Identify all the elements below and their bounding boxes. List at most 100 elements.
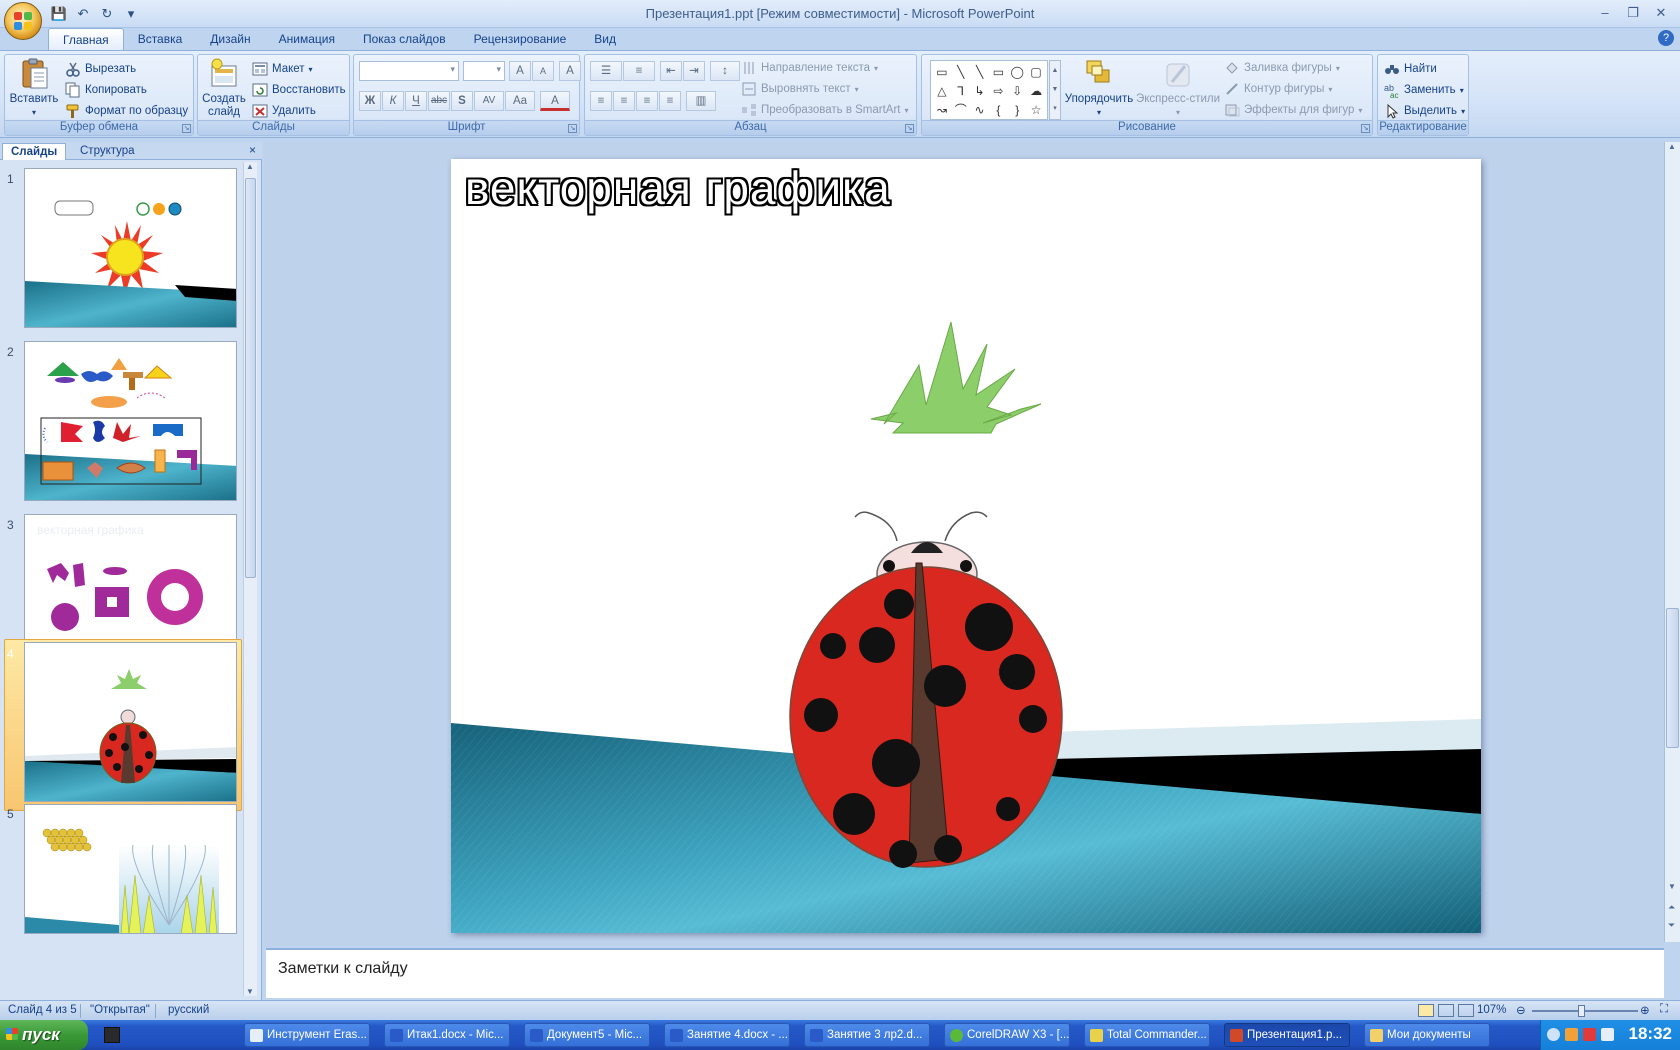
delete-slide-button[interactable]: Удалить xyxy=(252,101,316,121)
theme-name[interactable]: "Открытая" xyxy=(90,1004,150,1016)
shape-gallery-item[interactable]: ⅂ xyxy=(952,82,970,100)
restore-button[interactable]: ❐ xyxy=(1620,4,1646,22)
taskbar-item[interactable]: Мои документы xyxy=(1364,1023,1490,1047)
shape-gallery-item[interactable]: } xyxy=(1008,101,1026,119)
shape-gallery-item[interactable]: ☆ xyxy=(1027,101,1045,119)
align-right-icon[interactable]: ≡ xyxy=(636,91,658,111)
layout-button[interactable]: Макет ▾ xyxy=(252,59,313,79)
align-text-button[interactable]: Выровнять текст ▾ xyxy=(741,79,859,99)
change-case-button[interactable]: Aa xyxy=(505,91,535,111)
grow-font-button[interactable]: A xyxy=(509,61,531,81)
language-indicator[interactable]: русский xyxy=(168,1004,209,1016)
bold-button[interactable]: Ж xyxy=(359,91,381,111)
tray-antivirus-icon[interactable] xyxy=(1583,1028,1596,1041)
tab-insert[interactable]: Вставка xyxy=(124,28,197,50)
char-spacing-button[interactable]: AV xyxy=(474,91,504,111)
cut-button[interactable]: Вырезать xyxy=(65,59,136,79)
shape-gallery-item[interactable]: ⇩ xyxy=(1008,82,1026,100)
zoom-level[interactable]: 107% xyxy=(1477,1004,1506,1016)
normal-view-icon[interactable] xyxy=(1418,1004,1434,1017)
shape-gallery-item[interactable]: ▭ xyxy=(990,63,1008,81)
shape-gallery-item[interactable]: ⌒ xyxy=(952,101,970,119)
notes-placeholder[interactable]: Заметки к слайду xyxy=(278,960,408,978)
shape-gallery-item[interactable]: { xyxy=(990,101,1008,119)
slide-thumbnail-4[interactable] xyxy=(24,642,237,802)
decrease-indent-icon[interactable]: ⇤ xyxy=(660,61,682,81)
tray-network-icon[interactable] xyxy=(1547,1028,1560,1041)
main-scroll-up-icon[interactable]: ▲ xyxy=(1668,142,1676,151)
find-button[interactable]: Найти xyxy=(1384,59,1437,79)
grass-shape[interactable] xyxy=(870,321,1042,434)
shape-gallery-item[interactable]: ╲ xyxy=(971,63,989,81)
replace-button[interactable]: ab ac Заменить ▾ xyxy=(1384,80,1464,100)
fit-to-window-icon[interactable]: ⛶ xyxy=(1660,1003,1668,1016)
slide-thumbnail-1[interactable] xyxy=(24,168,237,328)
arrange-button[interactable]: Упорядочить ▾ xyxy=(1064,58,1134,119)
zoom-slider-track[interactable] xyxy=(1532,1010,1638,1012)
numbering-icon[interactable]: ≡ xyxy=(623,61,655,81)
tab-review[interactable]: Рецензирование xyxy=(460,28,581,50)
shape-outline-button[interactable]: Контур фигуры ▾ xyxy=(1224,79,1332,99)
scroll-up-icon[interactable]: ▲ xyxy=(246,162,254,171)
slides-pane-scroll-thumb[interactable] xyxy=(245,178,256,578)
select-button[interactable]: Выделить ▾ xyxy=(1384,101,1465,121)
tab-home[interactable]: Главная xyxy=(48,28,124,50)
taskbar-item[interactable]: CorelDRAW X3 - [... xyxy=(944,1023,1070,1047)
prev-slide-icon[interactable]: ⏶ xyxy=(1668,902,1675,913)
main-vertical-scrollbar[interactable]: ▲ ▼ ⏶ ⏷ xyxy=(1664,142,1680,942)
shapes-gallery[interactable]: ▭ ╲ ╲ ▭ ◯ ▢ △ ⅂ ↳ ⇨ ⇩ ☁ ↝ ⌒ ∿{} ☆ xyxy=(930,60,1048,120)
close-button[interactable]: ✕ xyxy=(1648,4,1674,22)
quick-styles-button[interactable]: Экспресс-стили ▾ xyxy=(1135,58,1221,119)
bullets-icon[interactable]: ☰ xyxy=(590,61,622,81)
zoom-slider-thumb[interactable] xyxy=(1578,1005,1585,1017)
shape-gallery-item[interactable]: ↝ xyxy=(933,101,951,119)
zoom-in-icon[interactable]: ⊕ xyxy=(1640,1003,1650,1017)
next-slide-icon[interactable]: ⏷ xyxy=(1668,920,1675,931)
clipboard-launcher-icon[interactable]: ↘ xyxy=(182,124,191,133)
slides-pane-scrollbar[interactable]: ▲ ▼ xyxy=(243,162,257,996)
font-name-combo[interactable] xyxy=(359,61,459,81)
font-size-combo[interactable] xyxy=(463,61,505,81)
pane-tab-outline[interactable]: Структура xyxy=(72,143,143,160)
shape-gallery-item[interactable]: ╲ xyxy=(952,63,970,81)
main-scroll-down-icon[interactable]: ▼ xyxy=(1668,882,1676,891)
shape-gallery-item[interactable]: ▭ xyxy=(933,63,951,81)
align-center-icon[interactable]: ≡ xyxy=(613,91,635,111)
new-slide-button[interactable]: Создать слайд xyxy=(200,58,248,119)
font-color-button[interactable]: A xyxy=(540,91,570,111)
reset-button[interactable]: Восстановить xyxy=(252,80,346,100)
shape-effects-button[interactable]: Эффекты для фигур ▾ xyxy=(1224,100,1362,120)
slide-thumbnail-2[interactable] xyxy=(24,341,237,501)
shape-gallery-item[interactable]: ☁ xyxy=(1027,82,1045,100)
minimize-button[interactable]: – xyxy=(1592,4,1618,22)
strikethrough-button[interactable]: abc xyxy=(428,91,450,111)
shrink-font-button[interactable]: A xyxy=(532,61,554,81)
pane-tab-slides[interactable]: Слайды xyxy=(2,143,67,160)
zoom-out-icon[interactable]: ⊖ xyxy=(1516,1003,1526,1017)
copy-button[interactable]: Копировать xyxy=(65,80,147,100)
convert-smartart-button[interactable]: Преобразовать в SmartArt ▾ xyxy=(741,100,909,120)
slideshow-view-icon[interactable] xyxy=(1458,1004,1474,1017)
text-direction-button[interactable]: Направление текста ▾ xyxy=(741,58,878,78)
start-button[interactable]: пуск xyxy=(0,1020,88,1050)
paste-dropdown-icon[interactable]: ▾ xyxy=(9,106,59,119)
tab-design[interactable]: Дизайн xyxy=(196,28,264,50)
main-scroll-thumb[interactable] xyxy=(1666,608,1679,748)
shape-fill-button[interactable]: Заливка фигуры ▾ xyxy=(1224,58,1340,78)
taskbar-item[interactable]: Total Commander... xyxy=(1084,1023,1210,1047)
align-left-icon[interactable]: ≡ xyxy=(590,91,612,111)
tab-view[interactable]: Вид xyxy=(580,28,630,50)
shape-gallery-item[interactable]: ▢ xyxy=(1027,63,1045,81)
current-slide[interactable]: векторная графика xyxy=(451,159,1481,933)
taskbar-item[interactable]: Инструмент Eras... xyxy=(244,1023,370,1047)
ladybug-shape[interactable] xyxy=(789,511,1063,868)
underline-button[interactable]: Ч xyxy=(405,91,427,111)
shape-gallery-item[interactable]: ↳ xyxy=(971,82,989,100)
office-button[interactable] xyxy=(4,2,42,40)
shapes-gallery-scroll[interactable]: ▲ ▼ ▾ xyxy=(1049,60,1061,120)
taskbar-item[interactable]: Документ5 - Mic... xyxy=(524,1023,650,1047)
drawing-launcher-icon[interactable]: ↘ xyxy=(1361,124,1370,133)
taskbar-item[interactable]: Итак1.docx - Mic... xyxy=(384,1023,510,1047)
shape-gallery-item[interactable]: ◯ xyxy=(1008,63,1026,81)
shape-gallery-item[interactable]: ∿ xyxy=(971,101,989,119)
